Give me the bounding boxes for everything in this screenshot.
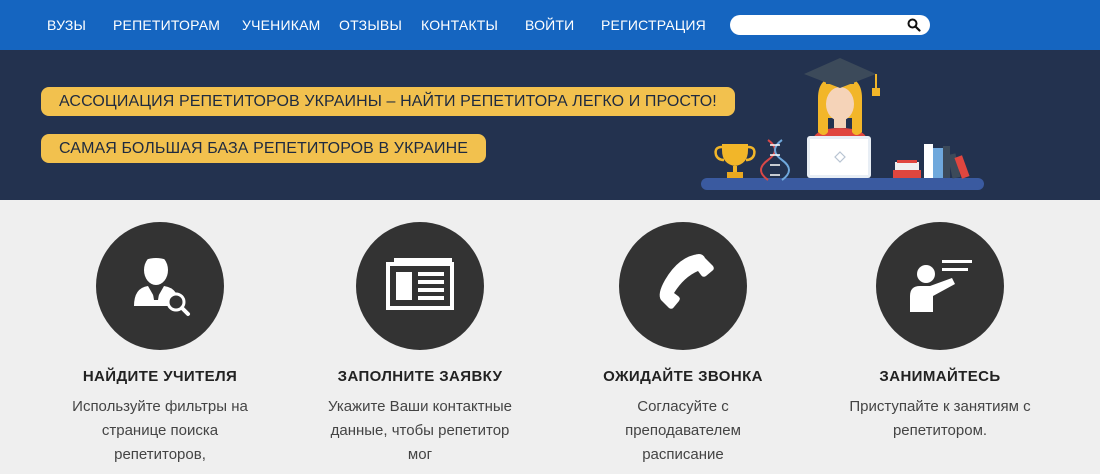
banner-headline: АССОЦИАЦИЯ РЕПЕТИТОРОВ УКРАИНЫ – НАЙТИ Р… <box>41 87 735 116</box>
top-nav: ВУЗЫ РЕПЕТИТОРАМ УЧЕНИКАМ ОТЗЫВЫ КОНТАКТ… <box>0 0 1100 50</box>
phone-icon <box>659 254 714 309</box>
nav-link-tutors[interactable]: РЕПЕТИТОРАМ <box>113 0 220 50</box>
hero-banner: АССОЦИАЦИЯ РЕПЕТИТОРОВ УКРАИНЫ – НАЙТИ Р… <box>0 50 1100 200</box>
search-icon[interactable] <box>907 18 921 32</box>
step-wait-call: ОЖИДАЙТЕ ЗВОНКА Согласуйте с преподавате… <box>553 222 813 467</box>
step-description: Согласуйте с преподавателем расписание <box>625 398 741 463</box>
nav-link-login[interactable]: ВОЙТИ <box>525 0 574 50</box>
step-description: Используйте фильтры на странице поиска р… <box>72 398 248 463</box>
step-study: ЗАНИМАЙТЕСЬ Приступайте к занятиям с реп… <box>810 222 1070 443</box>
how-it-works: НАЙДИТЕ УЧИТЕЛЯ Используйте фильтры на с… <box>0 200 1100 474</box>
find-teacher-icon <box>134 254 190 316</box>
step-title: НАЙДИТЕ УЧИТЕЛЯ <box>82 368 238 385</box>
step-description: Укажите Ваши контактные данные, чтобы ре… <box>327 398 513 463</box>
step-title: ЗАНИМАЙТЕСЬ <box>879 368 1001 385</box>
step-title: ОЖИДАЙТЕ ЗВОНКА <box>603 368 763 385</box>
nav-link-register[interactable]: РЕГИСТРАЦИЯ <box>601 0 706 50</box>
step-description: Приступайте к занятиям с репетитором. <box>849 398 1031 439</box>
step-fill-application: ЗАПОЛНИТЕ ЗАЯВКУ Укажите Ваши контактные… <box>290 222 550 467</box>
step-icon-circle <box>876 222 1004 350</box>
step-icon-circle <box>96 222 224 350</box>
search-box <box>730 15 930 35</box>
step-icon-circle <box>619 222 747 350</box>
banner-subheadline: САМАЯ БОЛЬШАЯ БАЗА РЕПЕТИТОРОВ В УКРАИНЕ <box>41 134 486 163</box>
nav-link-universities[interactable]: ВУЗЫ <box>47 0 86 50</box>
tutor-illustration <box>701 58 984 190</box>
step-find-teacher: НАЙДИТЕ УЧИТЕЛЯ Используйте фильтры на с… <box>30 222 290 467</box>
application-form-icon <box>386 258 454 310</box>
step-icon-circle <box>356 222 484 350</box>
teacher-board-icon <box>910 260 972 312</box>
step-title: ЗАПОЛНИТЕ ЗАЯВКУ <box>337 368 503 385</box>
nav-link-reviews[interactable]: ОТЗЫВЫ <box>339 0 402 50</box>
nav-link-contacts[interactable]: КОНТАКТЫ <box>421 0 498 50</box>
nav-link-students[interactable]: УЧЕНИКАМ <box>242 0 321 50</box>
search-input[interactable] <box>740 17 900 33</box>
